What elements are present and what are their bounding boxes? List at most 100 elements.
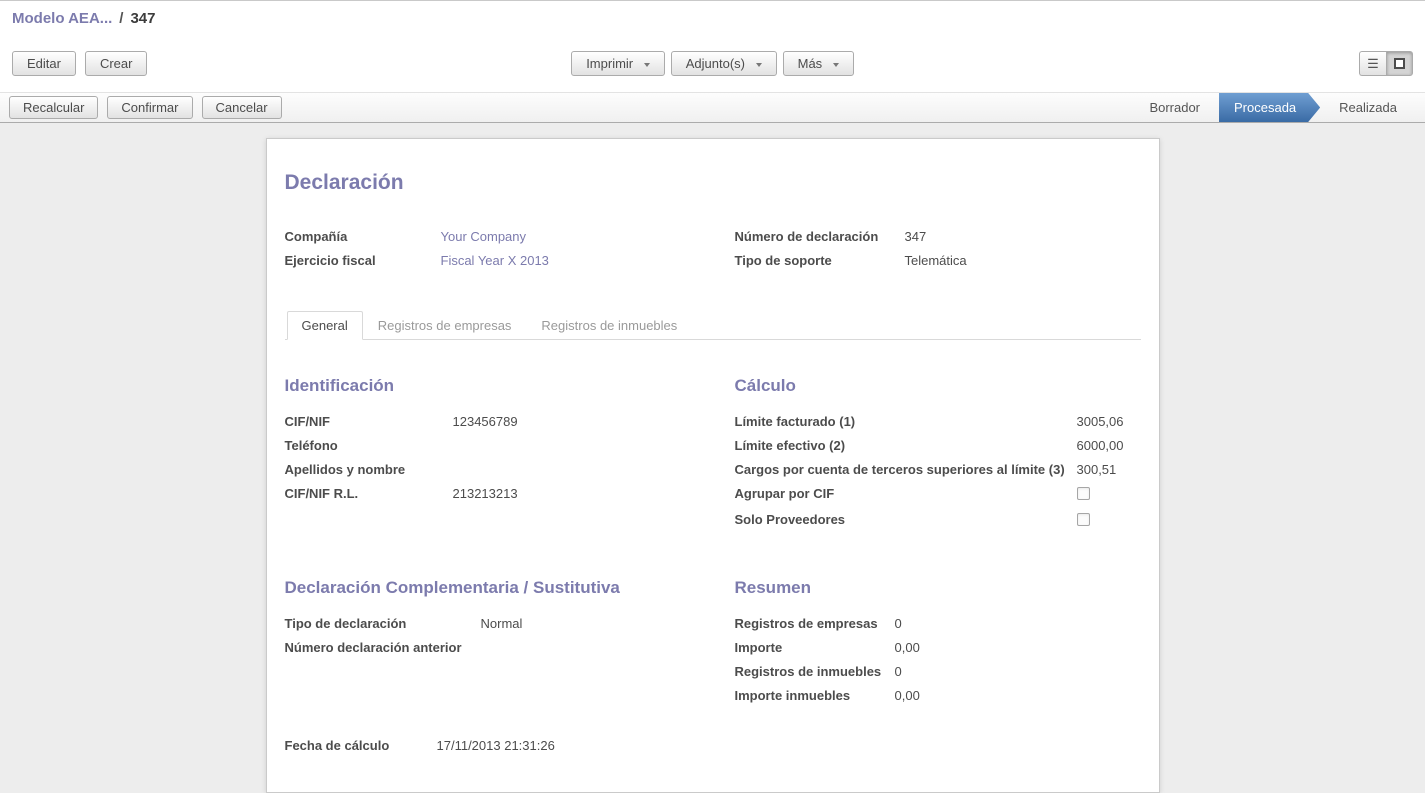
- field-row-registros-inmuebles: Registros de inmuebles 0: [735, 660, 1141, 684]
- field-label: Importe: [735, 636, 895, 660]
- field-row-compania: Compañía Your Company: [285, 225, 691, 249]
- print-label: Imprimir: [586, 56, 633, 71]
- toolbar-right: ☰: [854, 51, 1413, 76]
- field-row-agrupar-por-cif: Agrupar por CIF: [735, 482, 1141, 508]
- sections-top: Identificación CIF/NIF 123456789 Teléfon…: [285, 376, 1141, 534]
- chevron-down-icon: [644, 63, 650, 67]
- state-borrador[interactable]: Borrador: [1133, 93, 1216, 122]
- state-realizada[interactable]: Realizada: [1323, 93, 1413, 122]
- print-dropdown-button[interactable]: Imprimir: [571, 51, 665, 76]
- state-procesada[interactable]: Procesada: [1219, 93, 1320, 122]
- header-fields-left: Compañía Your Company Ejercicio fiscal F…: [285, 225, 691, 273]
- field-label: Ejercicio fiscal: [285, 249, 441, 273]
- field-row-telefono: Teléfono: [285, 434, 691, 458]
- field-label: Límite facturado (1): [735, 410, 1077, 434]
- tab-general[interactable]: General: [287, 311, 363, 340]
- section-title: Declaración Complementaria / Sustitutiva: [285, 578, 691, 598]
- field-label: Registros de inmuebles: [735, 660, 895, 684]
- form-background: Declaración Compañía Your Company Ejerci…: [0, 123, 1425, 784]
- company-link[interactable]: Your Company: [441, 225, 527, 249]
- more-label: Más: [798, 56, 823, 71]
- field-value: Normal: [481, 612, 523, 636]
- field-label: Apellidos y nombre: [285, 458, 453, 482]
- field-row-cif-nif-rl: CIF/NIF R.L. 213213213: [285, 482, 691, 506]
- field-value: 3005,06: [1077, 410, 1141, 434]
- checkbox-cell: [1077, 482, 1141, 508]
- field-label: Límite efectivo (2): [735, 434, 1077, 458]
- field-row-fecha-calculo: Fecha de cálculo 17/11/2013 21:31:26: [285, 734, 1141, 758]
- field-value: 0: [895, 660, 902, 684]
- field-row-cargos-terceros: Cargos por cuenta de terceros superiores…: [735, 458, 1141, 482]
- chevron-down-icon: [756, 63, 762, 67]
- field-row-apellidos-nombre: Apellidos y nombre: [285, 458, 691, 482]
- sections-bottom: Declaración Complementaria / Sustitutiva…: [285, 578, 1141, 708]
- form-view-button[interactable]: [1386, 51, 1413, 76]
- notebook-tabs: General Registros de empresas Registros …: [285, 311, 1141, 340]
- field-label: CIF/NIF R.L.: [285, 482, 453, 506]
- tab-registros-empresas[interactable]: Registros de empresas: [363, 311, 527, 340]
- header-fields-right: Número de declaración 347 Tipo de soport…: [735, 225, 1141, 273]
- field-row-tipo-soporte: Tipo de soporte Telemática: [735, 249, 1141, 273]
- field-label: Importe inmuebles: [735, 684, 895, 708]
- breadcrumb-current: 347: [130, 10, 155, 27]
- create-button[interactable]: Crear: [85, 51, 148, 76]
- field-label: Número declaración anterior: [285, 636, 481, 660]
- attachments-dropdown-button[interactable]: Adjunto(s): [671, 51, 777, 76]
- field-label: CIF/NIF: [285, 410, 453, 434]
- chevron-down-icon: [833, 63, 839, 67]
- field-value: 300,51: [1077, 458, 1141, 482]
- form-icon: [1394, 58, 1405, 69]
- field-row-numero-declaracion: Número de declaración 347: [735, 225, 1141, 249]
- recalculate-button[interactable]: Recalcular: [9, 96, 98, 119]
- statusbar-buttons: Recalcular Confirmar Cancelar: [9, 96, 1133, 119]
- field-value: Telemática: [905, 249, 967, 273]
- breadcrumb-parent-link[interactable]: Modelo AEA...: [12, 10, 112, 27]
- field-label: Fecha de cálculo: [285, 734, 437, 758]
- agrupar-por-cif-checkbox[interactable]: [1077, 487, 1090, 500]
- field-label: Compañía: [285, 225, 441, 249]
- field-row-numero-declaracion-anterior: Número declaración anterior: [285, 636, 691, 660]
- breadcrumb: Modelo AEA... / 347: [0, 1, 1425, 35]
- field-row-importe: Importe 0,00: [735, 636, 1141, 660]
- field-row-ejercicio-fiscal: Ejercicio fiscal Fiscal Year X 2013: [285, 249, 691, 273]
- field-value: 213213213: [453, 482, 518, 506]
- section-resumen: Resumen Registros de empresas 0 Importe …: [735, 578, 1141, 708]
- statusbar: Recalcular Confirmar Cancelar Borrador P…: [0, 92, 1425, 123]
- status-pipeline: Borrador Procesada Realizada: [1133, 93, 1413, 122]
- field-value: 123456789: [453, 410, 518, 434]
- confirm-button[interactable]: Confirmar: [107, 96, 192, 119]
- solo-proveedores-checkbox[interactable]: [1077, 513, 1090, 526]
- checkbox-cell: [1077, 508, 1141, 534]
- field-row-registros-empresas: Registros de empresas 0: [735, 612, 1141, 636]
- section-identificacion: Identificación CIF/NIF 123456789 Teléfon…: [285, 376, 691, 534]
- view-manager-header: Modelo AEA... / 347 Editar Crear Imprimi…: [0, 0, 1425, 92]
- field-value: 6000,00: [1077, 434, 1141, 458]
- form-sheet: Declaración Compañía Your Company Ejerci…: [266, 138, 1160, 793]
- field-value: 347: [905, 225, 927, 249]
- field-row-importe-inmuebles: Importe inmuebles 0,00: [735, 684, 1141, 708]
- toolbar-left: Editar Crear: [12, 51, 571, 76]
- edit-button[interactable]: Editar: [12, 51, 76, 76]
- field-label: Tipo de soporte: [735, 249, 905, 273]
- field-value: 0: [895, 612, 902, 636]
- field-value: 0,00: [895, 636, 920, 660]
- list-view-button[interactable]: ☰: [1359, 51, 1386, 76]
- header-fields: Compañía Your Company Ejercicio fiscal F…: [285, 225, 1141, 273]
- field-row-limite-efectivo: Límite efectivo (2) 6000,00: [735, 434, 1141, 458]
- field-label: Teléfono: [285, 434, 453, 458]
- view-switcher: ☰: [1359, 51, 1413, 76]
- more-dropdown-button[interactable]: Más: [783, 51, 854, 76]
- cancel-button[interactable]: Cancelar: [202, 96, 282, 119]
- fiscal-year-link[interactable]: Fiscal Year X 2013: [441, 249, 549, 273]
- field-value: 17/11/2013 21:31:26: [437, 734, 555, 758]
- list-icon: ☰: [1367, 57, 1379, 70]
- breadcrumb-separator: /: [119, 10, 123, 27]
- attachments-label: Adjunto(s): [686, 56, 745, 71]
- field-row-tipo-declaracion: Tipo de declaración Normal: [285, 612, 691, 636]
- section-title: Identificación: [285, 376, 691, 396]
- section-title: Cálculo: [735, 376, 1141, 396]
- field-label: Agrupar por CIF: [735, 482, 1077, 506]
- tab-registros-inmuebles[interactable]: Registros de inmuebles: [526, 311, 692, 340]
- field-label: Tipo de declaración: [285, 612, 481, 636]
- section-complementaria: Declaración Complementaria / Sustitutiva…: [285, 578, 691, 708]
